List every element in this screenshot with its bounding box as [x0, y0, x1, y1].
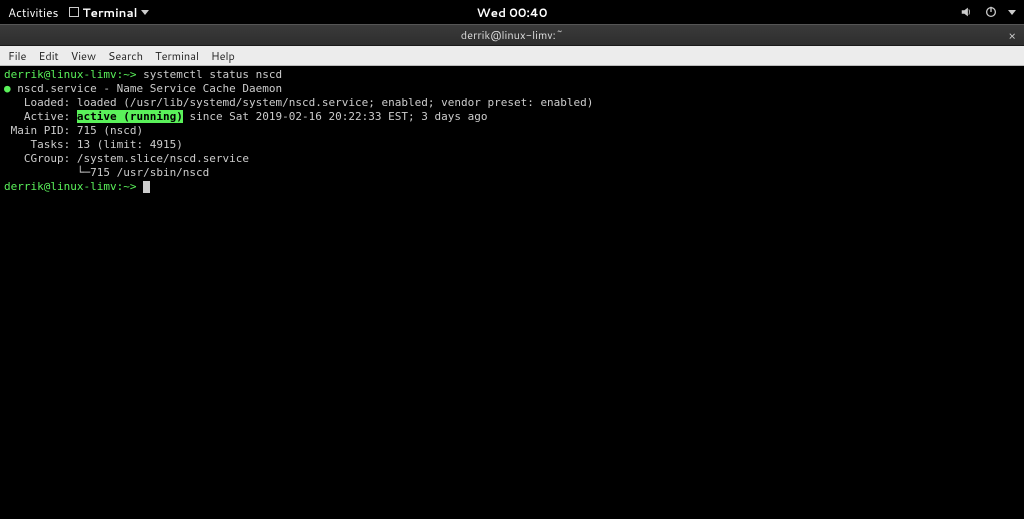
loaded-label: Loaded:: [4, 96, 77, 109]
clock[interactable]: Wed 00:40: [477, 4, 548, 21]
menu-edit[interactable]: Edit: [38, 48, 58, 64]
menu-search[interactable]: Search: [108, 48, 143, 64]
status-bullet-icon: ●: [4, 82, 11, 95]
service-line: nscd.service - Name Service Cache Daemon: [11, 82, 283, 95]
active-since: since Sat 2019-02-16 20:22:33 EST; 3 day…: [183, 110, 488, 123]
menu-terminal[interactable]: Terminal: [155, 48, 199, 64]
chevron-down-icon: [141, 10, 149, 15]
volume-icon: [960, 5, 974, 19]
activities-button[interactable]: Activities: [8, 4, 59, 21]
gnome-top-bar: Activities Terminal Wed 00:40: [0, 0, 1024, 24]
loaded-value: loaded (/usr/lib/systemd/system/nscd.ser…: [77, 96, 594, 109]
active-value: active (running): [77, 110, 183, 123]
terminal-app-icon: [69, 7, 79, 17]
cgroup-label: CGroup:: [4, 152, 77, 165]
chevron-down-icon: [1008, 10, 1016, 15]
prompt-path: ~>: [123, 68, 136, 81]
power-icon: [984, 5, 998, 19]
window-title: derrik@linux-limv:~: [461, 27, 563, 43]
prompt-user: derrik@linux-limv:: [4, 180, 123, 193]
app-menu-label: Terminal: [83, 4, 138, 21]
mainpid-label: Main PID:: [4, 124, 77, 137]
prompt-path: ~>: [123, 180, 136, 193]
window-title-bar[interactable]: derrik@linux-limv:~ ×: [0, 24, 1024, 46]
active-label: Active:: [4, 110, 77, 123]
system-status-area[interactable]: [960, 5, 1016, 19]
tasks-label: Tasks:: [4, 138, 77, 151]
tasks-value: 13 (limit: 4915): [77, 138, 183, 151]
command-text: systemctl status nscd: [136, 68, 282, 81]
mainpid-value: 715 (nscd): [77, 124, 143, 137]
prompt-user: derrik@linux-limv:: [4, 68, 123, 81]
cgroup-value: /system.slice/nscd.service: [77, 152, 249, 165]
menu-bar: File Edit View Search Terminal Help: [0, 46, 1024, 66]
menu-help[interactable]: Help: [211, 48, 235, 64]
menu-file[interactable]: File: [8, 48, 26, 64]
menu-view[interactable]: View: [71, 48, 96, 64]
cursor-icon: [143, 181, 150, 193]
app-menu[interactable]: Terminal: [69, 4, 150, 21]
cgroup-child: └─715 /usr/sbin/nscd: [4, 166, 209, 179]
terminal-viewport[interactable]: derrik@linux-limv:~> systemctl status ns…: [0, 66, 1024, 519]
close-button[interactable]: ×: [1008, 27, 1016, 44]
